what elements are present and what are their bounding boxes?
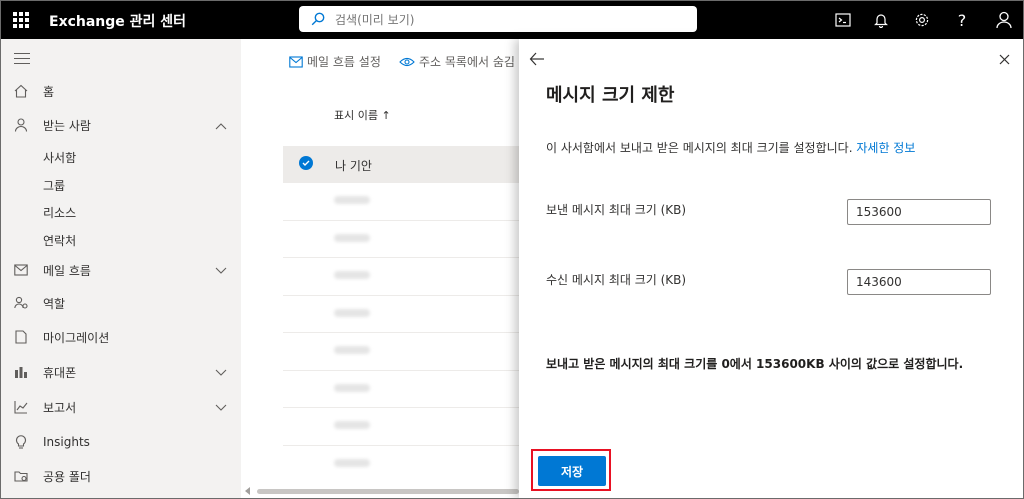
table-row[interactable]: 나 기안: [283, 146, 519, 182]
command-label: 주소 목록에서 숨김: [419, 55, 515, 69]
mail-flow-settings-button[interactable]: 메일 흐름 설정: [289, 53, 381, 70]
size-range-note: 보내고 받은 메시지의 최대 크기를 0에서 153600KB 사이의 값으로 …: [546, 357, 964, 371]
send-size-field[interactable]: [847, 199, 991, 225]
description-text: 이 사서함에서 보내고 받은 메시지의 최대 크기를 설정합니다.: [546, 141, 853, 155]
sidebar-item-label: Insights: [43, 435, 90, 449]
sidebar-subitem-mailboxes[interactable]: 사서함: [43, 149, 76, 166]
sidebar-item-label: 휴대폰: [43, 365, 77, 380]
search-box[interactable]: [299, 6, 697, 32]
panel-description: 이 사서함에서 보내고 받은 메시지의 최대 크기를 설정합니다. 자세한 정보: [546, 139, 915, 156]
mailbox-list: 메일 흐름 설정 주소 목록에서 숨김 표시 이름 ↑ 나 기안: [241, 39, 519, 498]
sidebar: 홈 받는 사람 사서함 그룹 리소스 연락처 메일 흐름 역할 마이그레이션 휴…: [1, 39, 241, 498]
search-input[interactable]: [333, 9, 687, 31]
home-icon: [13, 83, 29, 99]
checkmark-icon[interactable]: [299, 156, 313, 170]
save-button[interactable]: 저장: [538, 456, 606, 486]
sidebar-subitem-contacts[interactable]: 연락처: [43, 232, 76, 249]
terminal-icon[interactable]: [833, 10, 853, 30]
gear-icon[interactable]: [912, 10, 932, 30]
sidebar-item-label: 역할: [43, 296, 66, 311]
sidebar-item-migration[interactable]: 마이그레이션: [1, 322, 241, 352]
sidebar-subitem-groups[interactable]: 그룹: [43, 177, 65, 194]
migration-icon: [13, 329, 29, 345]
table-row[interactable]: [283, 220, 519, 258]
sidebar-item-label: 공용 폴더: [43, 469, 91, 484]
column-header-display-name[interactable]: 표시 이름 ↑: [334, 107, 391, 123]
sidebar-subitem-resources[interactable]: 리소스: [43, 204, 76, 221]
table-row[interactable]: [283, 332, 519, 370]
table-row[interactable]: [283, 407, 519, 445]
app-launcher-icon[interactable]: [13, 12, 29, 28]
hamburger-icon[interactable]: [14, 53, 30, 68]
scroll-left-icon[interactable]: [245, 487, 251, 495]
sidebar-item-label: 마이그레이션: [43, 330, 110, 345]
table-row[interactable]: [283, 257, 519, 295]
chevron-down-icon: [215, 366, 227, 380]
sidebar-item-label: 메일 흐름: [43, 263, 91, 278]
panel-title: 메시지 크기 제한: [546, 85, 675, 106]
mail-icon: [13, 262, 29, 278]
sidebar-item-label: 홈: [43, 84, 55, 99]
chevron-up-icon: [215, 119, 227, 133]
learn-more-link[interactable]: 자세한 정보: [856, 141, 915, 155]
sidebar-item-label: 보고서: [43, 400, 77, 415]
help-icon[interactable]: ?: [952, 10, 972, 30]
folder-icon: [13, 468, 29, 484]
scrollbar-thumb[interactable]: [257, 489, 519, 494]
lightbulb-icon: [13, 434, 29, 450]
sidebar-item-mail-flow[interactable]: 메일 흐름: [1, 255, 241, 285]
send-size-label: 보낸 메시지 최대 크기 (KB): [546, 203, 687, 217]
horizontal-scrollbar[interactable]: [243, 487, 519, 495]
sidebar-item-recipients[interactable]: 받는 사람: [1, 110, 241, 140]
receive-size-field[interactable]: [847, 269, 991, 295]
command-label: 메일 흐름 설정: [307, 55, 381, 69]
mobile-icon: [13, 364, 29, 380]
account-icon[interactable]: [994, 10, 1014, 30]
back-arrow-icon[interactable]: [529, 52, 545, 66]
table-row[interactable]: [283, 295, 519, 333]
sidebar-item-reports[interactable]: 보고서: [1, 392, 241, 422]
sidebar-item-mobile[interactable]: 휴대폰: [1, 357, 241, 387]
row-display-name: 나 기안: [335, 159, 372, 173]
sidebar-item-label: 받는 사람: [43, 118, 91, 133]
receive-size-label: 수신 메시지 최대 크기 (KB): [546, 273, 687, 287]
hide-from-address-list-button[interactable]: 주소 목록에서 숨김: [399, 53, 515, 70]
top-bar: Exchange 관리 센터 ?: [1, 1, 1023, 39]
sidebar-item-public-folders[interactable]: 공용 폴더: [1, 461, 241, 491]
chevron-down-icon: [215, 401, 227, 415]
bell-icon[interactable]: [871, 10, 891, 30]
search-icon: [311, 12, 325, 26]
hide-icon: [399, 57, 415, 66]
roles-icon: [13, 295, 29, 311]
table-row[interactable]: [283, 182, 519, 220]
person-icon: [13, 117, 29, 133]
mail-settings-icon: [289, 55, 303, 68]
sidebar-item-home[interactable]: 홈: [1, 76, 241, 106]
app-window: Exchange 관리 센터 ? 홈 받는: [0, 0, 1024, 499]
close-icon[interactable]: [999, 54, 1010, 65]
app-title[interactable]: Exchange 관리 센터: [49, 11, 186, 31]
sidebar-item-insights[interactable]: Insights: [1, 427, 241, 457]
sidebar-item-roles[interactable]: 역할: [1, 288, 241, 318]
table-row[interactable]: [283, 445, 519, 483]
message-size-panel: 메시지 크기 제한 이 사서함에서 보내고 받은 메시지의 최대 크기를 설정합…: [519, 39, 1023, 498]
table-row[interactable]: [283, 370, 519, 408]
chevron-down-icon: [215, 264, 227, 278]
chart-icon: [13, 399, 29, 415]
